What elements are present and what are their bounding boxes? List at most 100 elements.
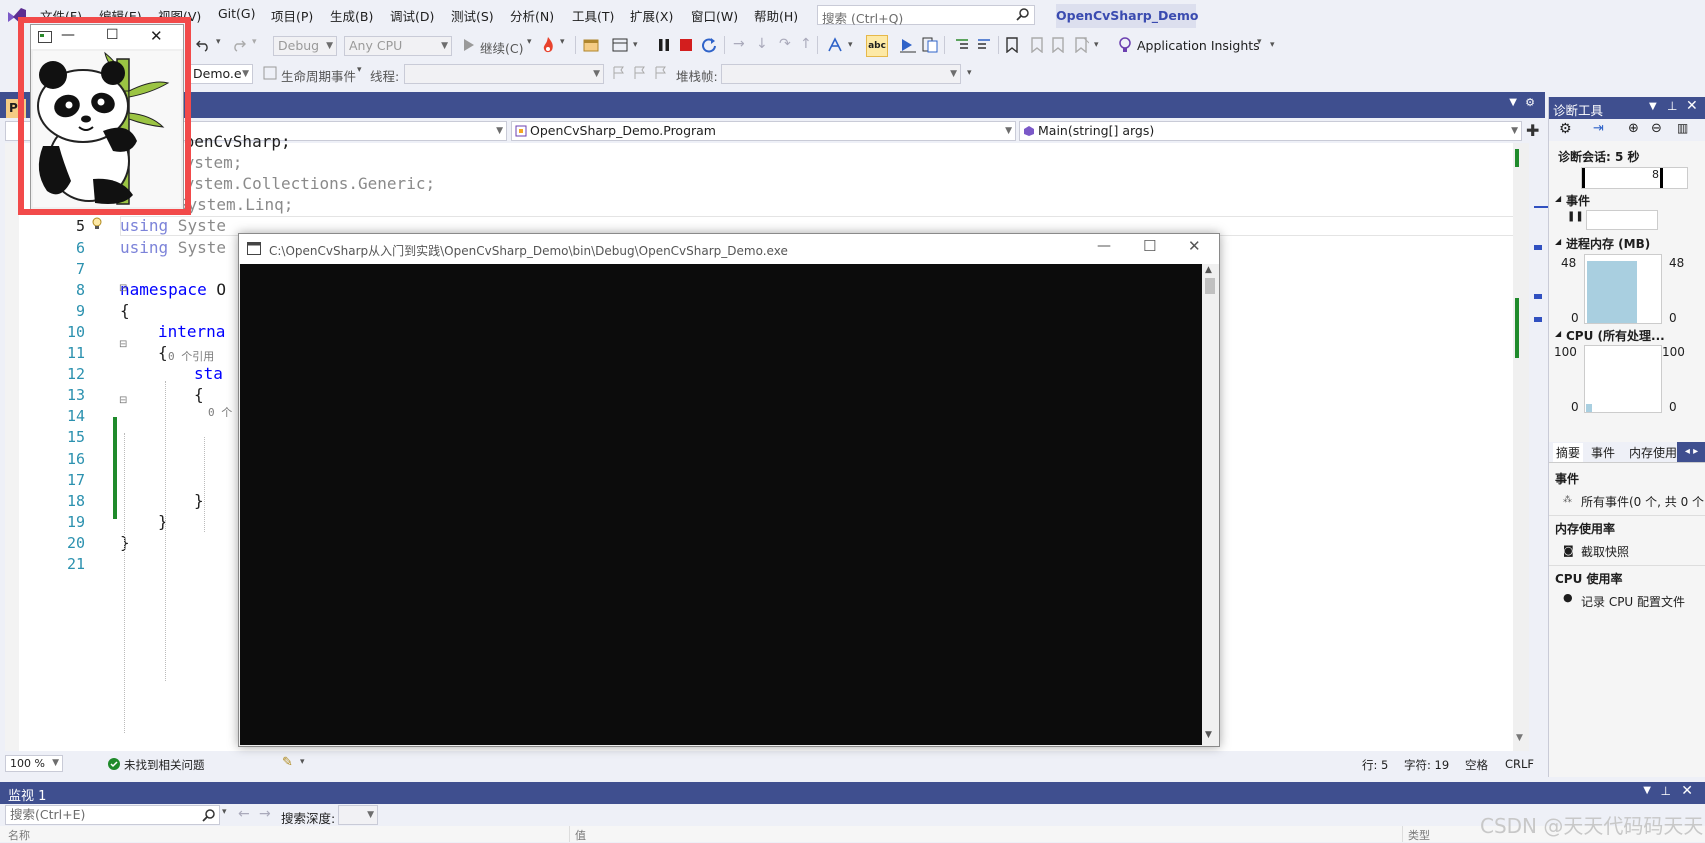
watch-panel-dropdown-icon[interactable]: ▼	[1643, 785, 1651, 796]
search-forward-icon[interactable]: →	[259, 806, 271, 822]
col-name-header[interactable]: 名称	[8, 827, 30, 843]
bookmark-dropdown-icon[interactable]: ▾	[1094, 40, 1099, 50]
cleanup-dropdown-icon[interactable]: ▾	[300, 757, 305, 767]
show-next-statement-arrow-icon[interactable]: →	[733, 36, 745, 52]
column-divider[interactable]	[569, 826, 570, 842]
close-icon[interactable]: ✕	[1188, 237, 1201, 255]
step-through-icon[interactable]	[900, 37, 916, 53]
prev-bookmark-icon[interactable]	[1029, 37, 1043, 53]
expand-arrow-icon[interactable]: ◢	[1555, 194, 1561, 203]
unflag-thread-icon[interactable]	[654, 66, 668, 80]
menu-project[interactable]: 项目(P)	[271, 6, 313, 25]
menu-window[interactable]: 窗口(W)	[691, 6, 738, 25]
column-divider[interactable]	[1402, 826, 1403, 842]
record-cpu-profile-button[interactable]: 记录 CPU 配置文件	[1581, 593, 1685, 610]
menu-test[interactable]: 测试(S)	[451, 6, 494, 25]
maximize-icon[interactable]: ☐	[1143, 237, 1156, 255]
restart-icon[interactable]	[701, 37, 717, 53]
tab-scroll-arrows-icon[interactable]: ◂ ▸	[1677, 442, 1705, 462]
app-insights-dropdown-icon[interactable]: ▾	[1257, 37, 1262, 47]
application-insights-button[interactable]: Application Insights	[1137, 38, 1260, 53]
watch-search-input[interactable]: 搜索(Ctrl+E)	[5, 805, 220, 825]
stack-frame-select[interactable]: ▼	[721, 64, 961, 84]
zoom-out-icon[interactable]: ⊖	[1651, 121, 1662, 136]
indent-icon[interactable]	[954, 37, 970, 53]
layout-dropdown-icon[interactable]: ▾	[633, 40, 638, 50]
memory-graph[interactable]	[1584, 254, 1662, 324]
redo-icon[interactable]	[232, 38, 246, 52]
console-window[interactable]: C:\OpenCvSharp从入门到实践\OpenCvSharp_Demo\bi…	[238, 233, 1220, 747]
collapse-method-icon[interactable]: ⊟	[119, 395, 127, 406]
continue-button[interactable]: 继续(C)	[480, 38, 523, 57]
scrollbar-thumb[interactable]	[1205, 278, 1215, 294]
console-vertical-scrollbar[interactable]: ▲ ▼	[1202, 264, 1218, 745]
char-indicator[interactable]: 字符: 19	[1404, 757, 1449, 773]
console-title-bar[interactable]: C:\OpenCvSharp从入门到实践\OpenCvSharp_Demo\bi…	[239, 234, 1219, 264]
tab-settings-gear-icon[interactable]: ⚙	[1525, 96, 1535, 109]
export-icon[interactable]: ⇥	[1593, 121, 1604, 136]
menu-extensions[interactable]: 扩展(X)	[630, 6, 673, 25]
scroll-down-icon[interactable]: ▼	[1516, 733, 1523, 743]
toolbar-overflow-icon[interactable]: ▾	[1270, 40, 1275, 50]
tab-summary[interactable]: 摘要	[1553, 443, 1584, 462]
expand-arrow-icon[interactable]: ◢	[1555, 329, 1561, 338]
tab-list-dropdown-icon[interactable]: ▼	[1509, 97, 1517, 108]
undo-icon[interactable]	[196, 38, 210, 52]
menu-build[interactable]: 生成(B)	[330, 6, 373, 25]
continue-dropdown-icon[interactable]: ▾	[527, 37, 532, 47]
step-into-icon[interactable]: ↓	[756, 36, 768, 52]
zoom-select[interactable]: 100 % ▼	[5, 755, 63, 772]
hot-reload-dropdown-icon[interactable]: ▾	[560, 37, 565, 47]
events-track[interactable]	[1586, 210, 1658, 230]
search-dropdown-icon[interactable]: ▾	[222, 807, 227, 817]
member-nav-select[interactable]: Main(string[] args) ▼	[1019, 121, 1522, 141]
menu-git[interactable]: Git(G)	[218, 6, 256, 21]
thread-select[interactable]: ▼	[404, 64, 604, 84]
stop-icon[interactable]	[680, 39, 692, 51]
lifecycle-events-button[interactable]: 生命周期事件	[281, 66, 356, 85]
console-output-area[interactable]	[240, 264, 1202, 745]
cleanup-brush-icon[interactable]: ✎	[282, 755, 293, 770]
pause-icon[interactable]: ❚❚	[1567, 211, 1584, 222]
scroll-down-icon[interactable]: ▼	[1205, 730, 1212, 740]
hex-dropdown-icon[interactable]: ▾	[848, 40, 853, 50]
cpu-graph[interactable]	[1584, 345, 1662, 413]
next-bookmark-icon[interactable]	[1052, 37, 1066, 53]
clear-bookmarks-icon[interactable]	[1075, 37, 1089, 53]
step-over-icon[interactable]: ↷	[779, 36, 791, 52]
graph-icon[interactable]: ▥	[1677, 121, 1688, 135]
toolbar-overflow-icon[interactable]: ▾	[967, 68, 972, 78]
show-next-statement-icon[interactable]	[612, 38, 628, 52]
menu-help[interactable]: 帮助(H)	[754, 6, 798, 25]
threads-icon[interactable]	[922, 37, 938, 53]
search-back-icon[interactable]: ←	[238, 806, 250, 822]
indent-indicator[interactable]: 空格	[1465, 757, 1488, 773]
timeline-ruler[interactable]: 8	[1581, 167, 1688, 189]
bookmark-icon[interactable]	[1006, 37, 1018, 53]
class-nav-select[interactable]: OpenCvSharp_Demo.Program ▼	[511, 121, 1016, 141]
editor-vertical-scrollbar[interactable]: ▼	[1513, 143, 1529, 751]
collapse-class-icon[interactable]: ⊟	[119, 339, 127, 350]
line-indicator[interactable]: 行: 5	[1362, 757, 1388, 773]
pause-icon[interactable]	[658, 39, 670, 51]
codelens-references[interactable]: 0 个引用	[168, 348, 214, 364]
collapse-namespace-icon[interactable]: ⊟	[119, 283, 127, 294]
process-select[interactable]: Demo.e ▼	[188, 64, 253, 84]
undo-dropdown-icon[interactable]: ▾	[216, 37, 221, 47]
step-out-icon[interactable]: ↑	[800, 36, 812, 52]
lifecycle-events-icon[interactable]	[263, 66, 277, 80]
global-search-input[interactable]: 搜索 (Ctrl+Q)	[817, 5, 1035, 26]
lifecycle-dropdown-icon[interactable]: ▾	[357, 65, 362, 75]
expand-arrow-icon[interactable]: ◢	[1555, 237, 1561, 246]
take-snapshot-button[interactable]: 截取快照	[1581, 543, 1629, 560]
spell-check-toggle-icon[interactable]: abc	[866, 35, 888, 57]
codelens-references[interactable]: 0 个	[208, 404, 232, 420]
flag-thread-icon[interactable]	[612, 66, 626, 80]
close-icon[interactable]: ✕	[1681, 783, 1693, 799]
close-icon[interactable]: ✕	[1686, 98, 1698, 114]
minimize-icon[interactable]: —	[1097, 238, 1111, 254]
outdent-icon[interactable]	[976, 37, 992, 53]
show-flagged-threads-icon[interactable]	[633, 66, 647, 80]
pin-icon[interactable]: ⊥	[1661, 784, 1671, 798]
scroll-up-icon[interactable]: ▲	[1205, 265, 1212, 275]
